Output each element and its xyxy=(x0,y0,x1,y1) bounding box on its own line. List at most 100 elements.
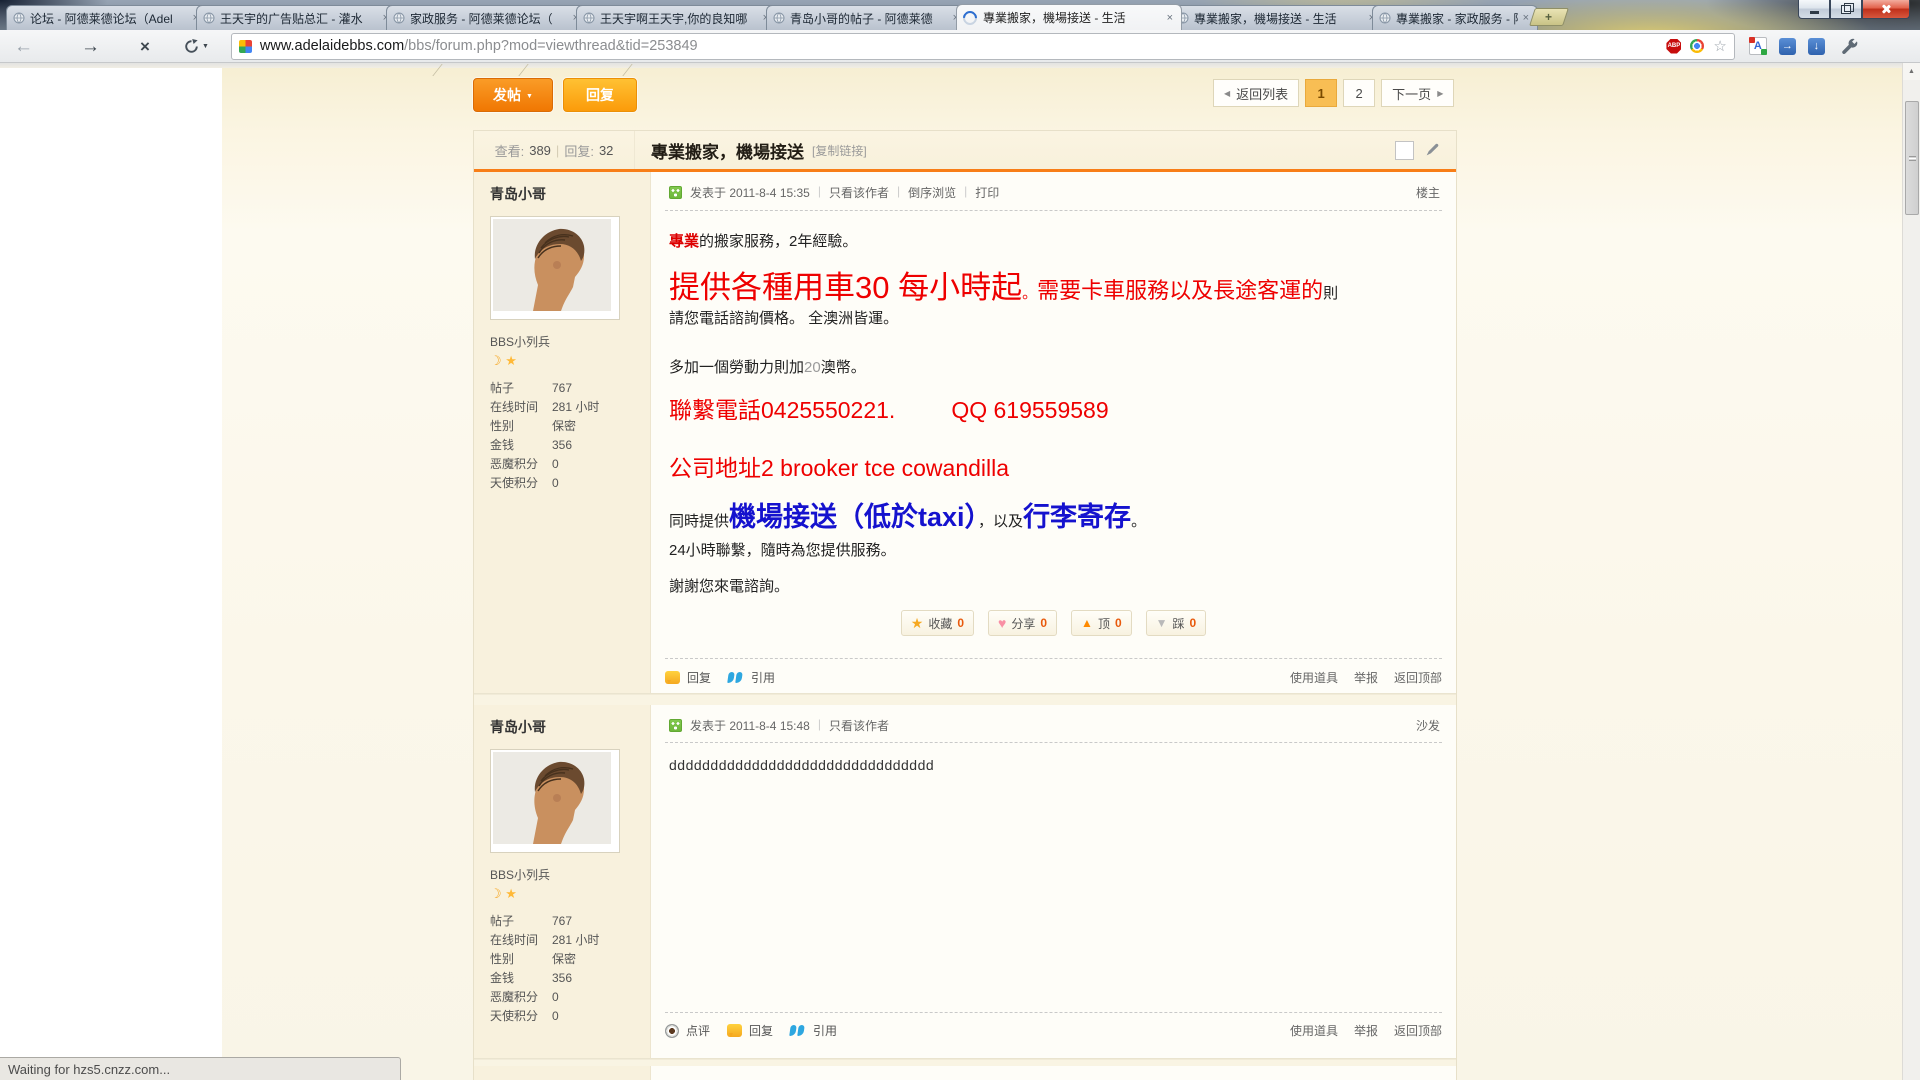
user-stat-row: 在线时间281 小时 xyxy=(490,931,650,950)
use-item-link[interactable]: 使用道具 xyxy=(1290,669,1338,686)
forward-icon[interactable]: → xyxy=(81,37,100,56)
reply-bubble-icon[interactable] xyxy=(727,1024,742,1037)
translate-icon[interactable]: A xyxy=(1749,37,1767,55)
user-stats: 帖子767在线时间281 小时性别保密金钱356恶魔积分0天使积分0 xyxy=(490,912,650,1026)
username[interactable]: 青岛小哥 xyxy=(490,717,650,737)
post-header-link[interactable]: 倒序浏览 xyxy=(908,184,956,201)
separator: | xyxy=(818,184,821,201)
next-page-button[interactable]: 下一页 ▶ xyxy=(1381,79,1454,107)
user-stat-row: 恶魔积分0 xyxy=(490,455,650,474)
reply-link[interactable]: 回复 xyxy=(749,1022,773,1039)
back-to-top-link[interactable]: 返回顶部 xyxy=(1394,1022,1442,1039)
reload-dropdown-icon[interactable]: ▼ xyxy=(202,43,209,50)
dotted-divider xyxy=(665,742,1442,743)
reply-thread-button[interactable]: 回复 xyxy=(563,78,637,112)
post-header-link[interactable]: 只看该作者 xyxy=(829,184,889,201)
report-link[interactable]: 举报 xyxy=(1354,669,1378,686)
quote-link[interactable]: 引用 xyxy=(813,1022,837,1039)
browser-tab-4[interactable]: 王天宇啊王天宇,你的良知哪× xyxy=(576,5,778,30)
browser-tab-3[interactable]: 家政服务 - 阿德莱德论坛（× xyxy=(386,5,588,30)
reply-link[interactable]: 回复 xyxy=(687,669,711,686)
quote-icon[interactable] xyxy=(790,1025,806,1037)
tab-title: 專業搬家，機場接送 - 生活 xyxy=(983,9,1162,26)
quote-icon[interactable] xyxy=(728,672,744,684)
back-to-list-button[interactable]: ◀ 返回列表 xyxy=(1213,79,1299,107)
user-stat-row: 在线时间281 小时 xyxy=(490,398,650,417)
bookmark-star-icon[interactable]: ☆ xyxy=(1713,37,1726,55)
post-header-link[interactable]: 只看该作者 xyxy=(829,717,889,734)
close-button[interactable] xyxy=(1862,0,1910,19)
stop-icon[interactable]: × xyxy=(140,38,150,55)
comment-cup-icon[interactable] xyxy=(665,1024,679,1038)
url-host: www.adelaidebbs.com xyxy=(260,38,404,54)
thread-checkbox[interactable] xyxy=(1395,141,1414,160)
tab-title: 王天宇啊王天宇,你的良知哪 xyxy=(600,10,758,27)
user-stat-row: 帖子767 xyxy=(490,912,650,931)
restore-icon xyxy=(1841,5,1851,14)
restore-button[interactable] xyxy=(1830,0,1862,19)
browser-tab-2[interactable]: 王天宇的广告贴总汇 - 灌水× xyxy=(196,5,398,30)
use-item-link[interactable]: 使用道具 xyxy=(1290,1022,1338,1039)
vote-star-icon: ★ xyxy=(911,615,924,632)
new-tab-button[interactable]: + xyxy=(1529,8,1569,26)
user-stat-row: 帖子767 xyxy=(490,379,650,398)
edit-pencil-icon[interactable] xyxy=(1424,142,1440,158)
post-body-line: 提供各種用車30 每小時起。需要卡車服務以及長途客運的則請您電話諮詢價格。 全澳… xyxy=(669,262,1349,328)
page-top-strip xyxy=(0,63,1920,68)
page-left-margin xyxy=(0,63,222,1080)
tab-title: 青岛小哥的帖子 - 阿德莱德 xyxy=(790,10,948,27)
page-1-button[interactable]: 1 xyxy=(1305,79,1337,107)
minimize-button[interactable] xyxy=(1798,0,1830,19)
browser-tab-1[interactable]: 论坛 - 阿德莱德论坛（Adel× xyxy=(6,5,208,30)
browser-tab-5[interactable]: 青岛小哥的帖子 - 阿德莱德× xyxy=(766,5,968,30)
adblock-icon[interactable]: ABP xyxy=(1666,39,1681,54)
browser-tab-strip: 论坛 - 阿德莱德论坛（Adel×王天宇的广告贴总汇 - 灌水×家政服务 - 阿… xyxy=(0,0,1920,30)
browser-tab-8[interactable]: 專業搬家 - 家政服务 - 阿德× xyxy=(1372,5,1538,30)
scroll-up-icon[interactable]: ▲ xyxy=(1903,63,1920,80)
dotted-divider xyxy=(665,210,1442,211)
username[interactable]: 青岛小哥 xyxy=(490,184,650,204)
vertical-scrollbar[interactable]: ▲ xyxy=(1902,63,1920,1080)
page-2-button[interactable]: 2 xyxy=(1343,79,1375,107)
avatar[interactable] xyxy=(490,749,620,853)
avatar[interactable] xyxy=(490,216,620,320)
post-header-link[interactable]: 打印 xyxy=(975,184,999,201)
vote-button-vote_down[interactable]: ▼踩0 xyxy=(1146,610,1207,636)
comment-link[interactable]: 点评 xyxy=(686,1022,710,1039)
share-extension-icon[interactable]: → xyxy=(1779,38,1796,55)
tab-title: 家政服务 - 阿德莱德论坛（ xyxy=(410,10,568,27)
vote-button-vote_up[interactable]: ▲顶0 xyxy=(1071,610,1132,636)
vote-buttons: ★收藏0 ♥分享0 ▲顶0 ▼踩0 xyxy=(651,610,1456,636)
floor-label: 沙发 xyxy=(1416,717,1440,734)
post-3-author-panel: 青岛小哥 xyxy=(474,1066,651,1080)
browser-tab-7[interactable]: 專業搬家，機場接送 - 生活× xyxy=(1170,5,1384,30)
back-to-top-link[interactable]: 返回顶部 xyxy=(1394,669,1442,686)
user-rank: BBS小列兵 xyxy=(490,866,650,883)
thumb-grip xyxy=(1909,156,1916,161)
browser-tab-6[interactable]: 專業搬家，機場接送 - 生活× xyxy=(956,4,1182,30)
tab-close-icon[interactable]: × xyxy=(1165,12,1175,24)
reload-button[interactable]: ▼ xyxy=(184,39,209,54)
chrome-ball-icon[interactable] xyxy=(1690,39,1704,53)
post-header: 发表于 2011-8-4 15:48 |只看该作者 沙发 xyxy=(669,717,1440,734)
post-gap xyxy=(474,694,1456,705)
vote-button-vote_heart[interactable]: ♥分享0 xyxy=(988,610,1057,636)
reply-bubble-icon[interactable] xyxy=(665,671,680,684)
wrench-menu-icon[interactable] xyxy=(1841,38,1858,55)
post-body-line: 謝謝您來電諮詢。 xyxy=(669,575,789,596)
copy-link[interactable]: [复制链接] xyxy=(812,142,867,159)
user-stat-row: 天使积分0 xyxy=(490,1007,650,1026)
user-stat-row: 性别保密 xyxy=(490,950,650,969)
close-icon xyxy=(1880,3,1892,15)
quote-link[interactable]: 引用 xyxy=(751,669,775,686)
address-bar[interactable]: www.adelaidebbs.com/bbs/forum.php?mod=vi… xyxy=(231,33,1735,60)
new-post-button[interactable]: 发帖▼ xyxy=(473,78,553,112)
download-extension-icon[interactable]: ↓ xyxy=(1808,38,1825,55)
scrollbar-thumb[interactable] xyxy=(1905,101,1919,215)
vote-button-vote_star[interactable]: ★收藏0 xyxy=(901,610,974,636)
report-link[interactable]: 举报 xyxy=(1354,1022,1378,1039)
back-icon[interactable]: ← xyxy=(14,37,33,56)
user-stat-row: 恶魔积分0 xyxy=(490,988,650,1007)
minimize-icon xyxy=(1810,11,1819,14)
tab-title: 專業搬家，機場接送 - 生活 xyxy=(1194,10,1364,27)
